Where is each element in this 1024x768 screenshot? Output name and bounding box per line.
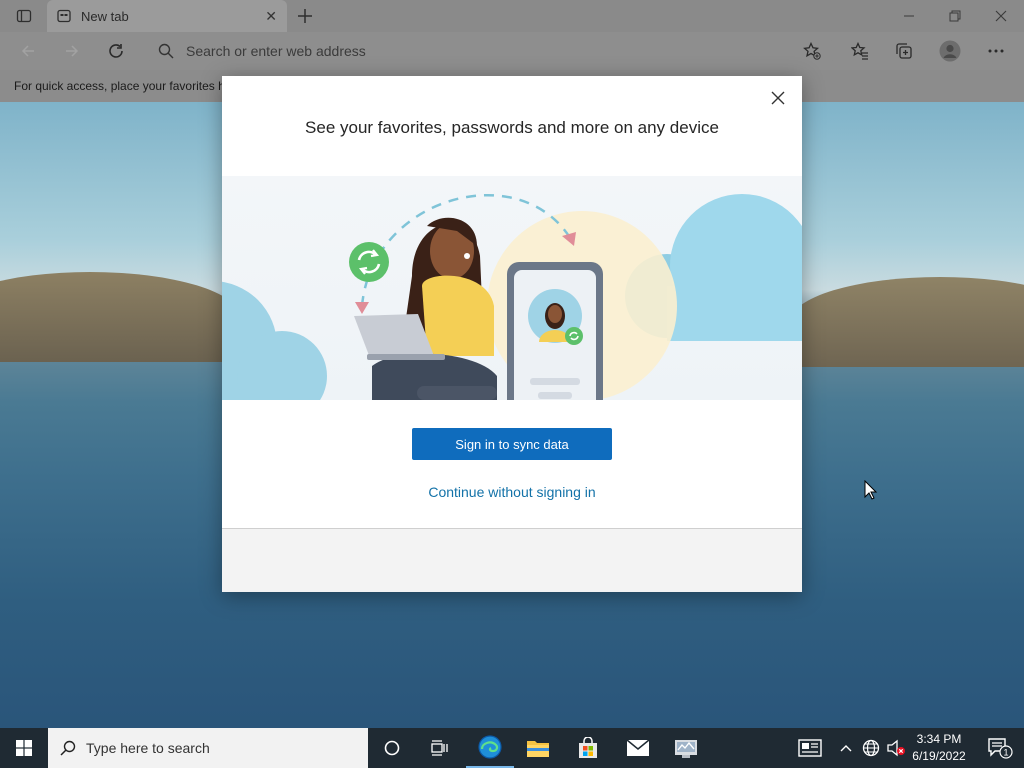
new-tab-button[interactable]	[282, 0, 328, 32]
taskbar-edge-button[interactable]	[466, 728, 514, 768]
close-window-button[interactable]	[978, 0, 1024, 32]
folder-icon	[527, 741, 549, 757]
address-bar[interactable]: Search or enter web address	[146, 36, 836, 66]
cloud-left	[222, 281, 327, 400]
volume-muted-icon	[887, 739, 905, 757]
favorites-button[interactable]	[842, 32, 878, 70]
mail-icon	[626, 739, 650, 756]
notification-count: 1	[1003, 748, 1008, 758]
cortana-button[interactable]	[368, 728, 416, 768]
action-center-button[interactable]: 1	[976, 728, 1024, 768]
clock-time: 3:34 PM	[916, 732, 962, 746]
wallpaper-hill-right	[790, 277, 1024, 367]
phone-icon	[507, 262, 603, 400]
settings-more-button[interactable]	[978, 32, 1014, 70]
back-button[interactable]	[10, 32, 46, 70]
tab-new-tab[interactable]: New tab ✕	[47, 0, 287, 32]
taskbar-store-button[interactable]	[564, 728, 612, 768]
tab-actions-button[interactable]	[2, 0, 46, 32]
add-favorite-button[interactable]	[794, 32, 830, 70]
restore-icon	[949, 10, 961, 22]
more-icon	[988, 49, 1004, 53]
taskbar-app-button[interactable]	[662, 728, 710, 768]
collections-button[interactable]	[886, 32, 922, 70]
minimize-button[interactable]	[886, 0, 932, 32]
globe-icon	[862, 739, 880, 757]
dialog-footer	[222, 528, 802, 592]
tab-close-icon[interactable]: ✕	[265, 8, 277, 25]
minimize-icon	[904, 15, 914, 17]
search-icon	[158, 43, 174, 59]
wallpaper-hill-left	[0, 272, 240, 362]
new-tab-page-icon	[57, 9, 71, 23]
refresh-button[interactable]	[98, 32, 134, 70]
star-add-icon	[803, 42, 821, 60]
arc-arrow-left	[355, 302, 369, 314]
mouse-cursor-icon	[864, 479, 878, 505]
sign-in-sync-button[interactable]: Sign in to sync data	[412, 428, 612, 460]
task-view-icon	[431, 740, 448, 756]
search-icon	[60, 740, 76, 756]
collections-icon	[896, 43, 912, 59]
tab-actions-icon	[16, 9, 32, 23]
taskbar-search-placeholder: Type here to search	[86, 740, 210, 756]
dialog-close-button[interactable]	[768, 90, 788, 110]
favorites-icon	[851, 42, 868, 60]
restore-button[interactable]	[932, 0, 978, 32]
arrow-left-icon	[21, 45, 34, 57]
continue-without-signin-link[interactable]: Continue without signing in	[222, 484, 802, 500]
news-widget-button[interactable]	[786, 728, 834, 768]
edge-icon	[478, 735, 502, 759]
illustration-art	[222, 194, 802, 400]
dialog-title: See your favorites, passwords and more o…	[305, 118, 719, 137]
plus-icon	[298, 9, 312, 23]
close-icon	[771, 91, 785, 105]
refresh-icon	[109, 44, 123, 58]
sync-illustration	[222, 176, 802, 400]
network-button[interactable]	[858, 728, 884, 768]
volume-button[interactable]	[884, 728, 908, 768]
favorites-bar-hint: For quick access, place your favorites h	[14, 79, 225, 93]
chevron-up-icon	[840, 745, 852, 752]
store-bag-icon	[579, 737, 597, 758]
close-icon	[995, 10, 1007, 22]
news-icon	[798, 739, 822, 757]
address-placeholder: Search or enter web address	[186, 43, 366, 59]
avatar-icon	[939, 40, 961, 62]
sync-signin-dialog: See your favorites, passwords and more o…	[222, 76, 802, 592]
start-button[interactable]	[0, 728, 48, 768]
task-view-button[interactable]	[416, 728, 464, 768]
taskbar-clock[interactable]: 3:34 PM 6/19/2022	[908, 731, 970, 765]
clock-date: 6/19/2022	[912, 749, 966, 763]
profile-button[interactable]	[932, 32, 968, 70]
woman-figure	[372, 217, 497, 400]
taskbar-file-explorer-button[interactable]	[514, 728, 562, 768]
arrow-right-icon	[66, 45, 79, 57]
notification-icon: 1	[988, 738, 1013, 759]
screen: New tab ✕ Search or enter web address Fo…	[0, 0, 1024, 768]
taskbar-mail-button[interactable]	[614, 728, 662, 768]
windows-logo-icon	[16, 740, 32, 756]
sync-badge-icon	[349, 242, 389, 282]
show-hidden-icons-button[interactable]	[834, 728, 858, 768]
tab-title: New tab	[81, 8, 129, 24]
system-monitor-icon	[675, 740, 697, 758]
taskbar-search-box[interactable]: Type here to search	[48, 728, 368, 768]
cortana-circle-icon	[384, 740, 400, 756]
forward-button[interactable]	[54, 32, 90, 70]
